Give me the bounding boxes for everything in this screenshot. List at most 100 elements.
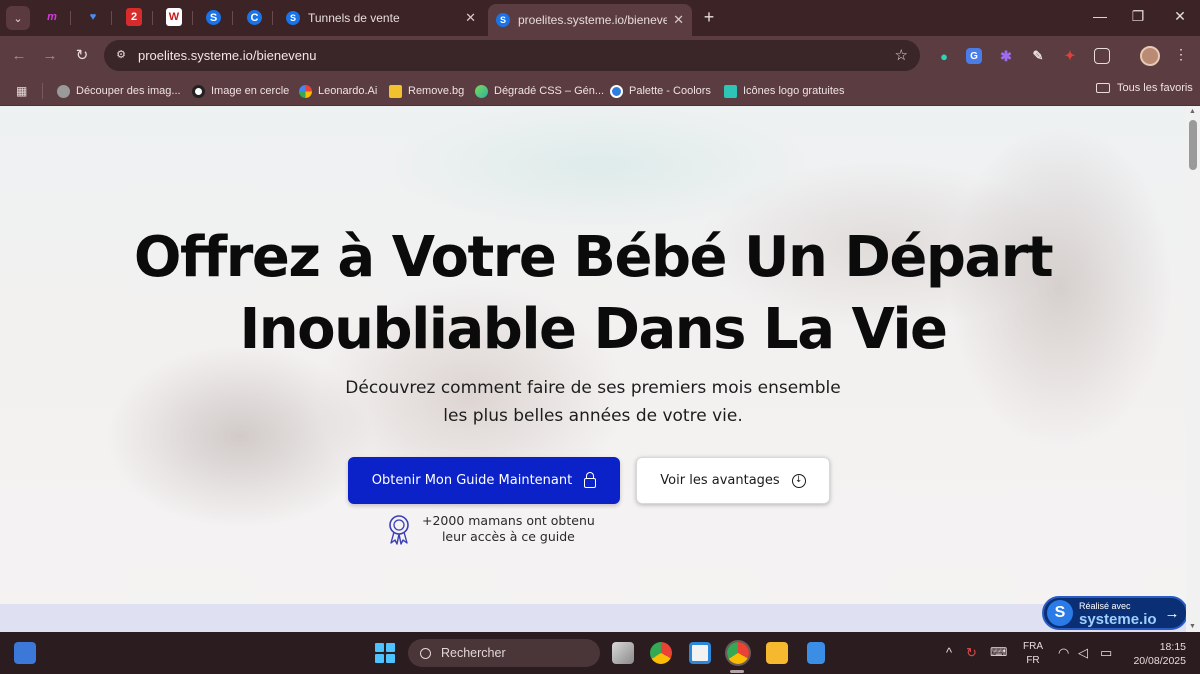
google-icon: [299, 84, 312, 98]
minimize-icon[interactable]: —: [1090, 8, 1110, 24]
start-button[interactable]: [375, 643, 395, 663]
windows-taskbar: Rechercher ^ ↻ ⌨ FRA FR ◠ ◁ ▭ 18:15 20/0…: [0, 632, 1200, 674]
tab-separator: [111, 11, 112, 25]
tab-close-icon[interactable]: ✕: [673, 12, 684, 28]
bookmark-decouper[interactable]: Découper des imag...: [57, 82, 181, 100]
bookmark-degrade-css[interactable]: Dégradé CSS – Gén...: [475, 82, 604, 100]
social-proof-line: +2000 mamans ont obtenu: [422, 513, 595, 528]
bookmark-star-icon[interactable]: ☆: [895, 46, 908, 64]
tab-separator: [152, 11, 153, 25]
bookmarks-bar: ▦ Découper des imag... Image en cercle L…: [0, 76, 1200, 106]
browser-toolbar: ← → ↻ ⚙ proelites.systeme.io/bienevenu ☆…: [0, 36, 1200, 76]
back-button[interactable]: ←: [9, 46, 29, 66]
bookmark-icones-logo[interactable]: Icônes logo gratuites: [724, 82, 845, 100]
close-window-icon[interactable]: ✕: [1170, 8, 1190, 25]
get-guide-button[interactable]: Obtenir Mon Guide Maintenant: [348, 457, 620, 504]
circle-icon: [192, 84, 205, 98]
widgets-icon[interactable]: [14, 642, 36, 664]
start-tile: [386, 643, 395, 652]
bookmark-label: Palette - Coolors: [629, 85, 711, 97]
tray-chevron-icon[interactable]: ^: [946, 645, 952, 660]
task-view-icon[interactable]: [612, 642, 634, 664]
system-clock[interactable]: 18:15 20/08/2025: [1124, 640, 1186, 668]
extensions-puzzle-icon[interactable]: [1094, 48, 1110, 64]
see-benefits-button[interactable]: Voir les avantages ↓: [636, 457, 830, 504]
scrollbar-thumb[interactable]: [1189, 120, 1197, 170]
scroll-down-icon[interactable]: ▼: [1189, 623, 1196, 630]
apps-grid-icon[interactable]: ▦: [16, 84, 27, 98]
all-bookmarks-folder[interactable]: Tous les favoris: [1096, 82, 1193, 94]
forward-button[interactable]: →: [40, 46, 60, 66]
hero-subtitle-line: les plus belles années de votre vie.: [443, 406, 743, 426]
hero-subtitle: Découvrez comment faire de ses premiers …: [0, 374, 1186, 430]
site-info-icon[interactable]: ⚙: [114, 48, 128, 62]
tab-title: Tunnels de vente: [308, 11, 400, 25]
vector-logo-icon: [724, 84, 737, 98]
made-with-brand: systeme.io: [1079, 611, 1157, 628]
start-tile: [375, 654, 384, 663]
chrome-taskbar-icon[interactable]: [650, 642, 672, 664]
tab-search-button[interactable]: ⌄: [6, 6, 30, 30]
volume-icon[interactable]: ◁: [1078, 645, 1088, 661]
bookmark-label: Icônes logo gratuites: [743, 85, 845, 97]
social-proof: +2000 mamans ont obtenu leur accès à ce …: [384, 512, 614, 546]
bookmark-image-cercle[interactable]: Image en cercle: [192, 82, 289, 100]
get-guide-label: Obtenir Mon Guide Maintenant: [371, 473, 573, 488]
pinned-tab-2-icon[interactable]: 2: [126, 8, 142, 26]
file-explorer-icon[interactable]: [766, 642, 788, 664]
profile-avatar[interactable]: [1140, 46, 1160, 66]
active-app-indicator: [730, 670, 744, 673]
tab-strip: ⌄ m ♥ 2 W S C S Tunnels de vente ✕ S pro…: [0, 0, 1200, 36]
start-tile: [386, 654, 395, 663]
url-text[interactable]: proelites.systeme.io/bienevenu: [138, 48, 317, 63]
bookmark-leonardo[interactable]: Leonardo.Ai: [299, 82, 377, 100]
extension-gear-icon[interactable]: ✱: [998, 48, 1014, 64]
translate-extension-icon[interactable]: G: [966, 48, 982, 64]
reload-button[interactable]: ↻: [72, 46, 92, 66]
systeme-logo-icon: S: [1047, 600, 1073, 626]
taskbar-search[interactable]: Rechercher: [408, 639, 600, 667]
gradient-icon: [475, 84, 488, 98]
scroll-up-icon[interactable]: ▲: [1189, 108, 1196, 115]
menu-kebab-icon[interactable]: ⋮: [1174, 46, 1188, 63]
bookmark-label: Image en cercle: [211, 85, 290, 97]
language-indicator[interactable]: FRA FR: [1022, 640, 1044, 668]
page-scrollbar[interactable]: ▲ ▼: [1186, 106, 1200, 632]
systeme-favicon-icon: S: [496, 13, 510, 27]
search-icon: [420, 647, 431, 659]
wifi-icon[interactable]: ◠: [1058, 645, 1069, 661]
new-tab-button[interactable]: +: [700, 8, 718, 26]
lang-top: FRA: [1023, 641, 1043, 652]
address-bar[interactable]: ⚙ proelites.systeme.io/bienevenu ☆: [104, 40, 920, 71]
extension-red-icon[interactable]: ✦: [1062, 48, 1078, 64]
globe-icon: [57, 84, 70, 98]
clock-date: 20/08/2025: [1133, 655, 1186, 667]
pinned-tab-m-icon[interactable]: m: [44, 8, 60, 26]
pinned-tab-systeme-icon[interactable]: S: [206, 10, 221, 25]
tab-tunnels-de-vente[interactable]: S Tunnels de vente ✕: [278, 4, 484, 32]
battery-icon[interactable]: ▭: [1100, 645, 1112, 661]
notepad-icon[interactable]: [807, 642, 825, 664]
eyedropper-extension-icon[interactable]: ✎: [1030, 48, 1046, 64]
hero-title: Offrez à Votre Bébé Un Départ Inoubliabl…: [0, 222, 1186, 366]
pinned-tab-heart-icon[interactable]: ♥: [85, 8, 101, 26]
pinned-tab-c-icon[interactable]: C: [247, 10, 262, 25]
made-with-systeme-badge[interactable]: S Réalisé avec systeme.io →: [1042, 596, 1186, 630]
store-icon[interactable]: [689, 642, 711, 664]
tab-close-icon[interactable]: ✕: [465, 10, 476, 26]
search-placeholder: Rechercher: [441, 646, 506, 660]
bookmarks-separator: [42, 83, 43, 99]
extension-teal-icon[interactable]: ●: [936, 48, 952, 64]
restore-icon[interactable]: ❐: [1128, 8, 1148, 25]
social-proof-line: leur accès à ce guide: [441, 529, 575, 544]
chrome-profile-taskbar-icon[interactable]: [727, 642, 749, 664]
pinned-tab-w-icon[interactable]: W: [166, 8, 182, 26]
coolors-icon: [610, 84, 623, 98]
keyboard-icon[interactable]: ⌨: [990, 645, 1007, 659]
sync-alert-icon[interactable]: ↻: [966, 645, 977, 661]
hero-subtitle-line: Découvrez comment faire de ses premiers …: [345, 378, 841, 398]
tab-title: proelites.systeme.io/bienevenu: [518, 13, 668, 27]
tab-bienevenu[interactable]: S proelites.systeme.io/bienevenu ✕: [488, 4, 692, 36]
bookmark-coolors[interactable]: Palette - Coolors: [610, 82, 711, 100]
bookmark-removebg[interactable]: Remove.bg: [389, 82, 464, 100]
